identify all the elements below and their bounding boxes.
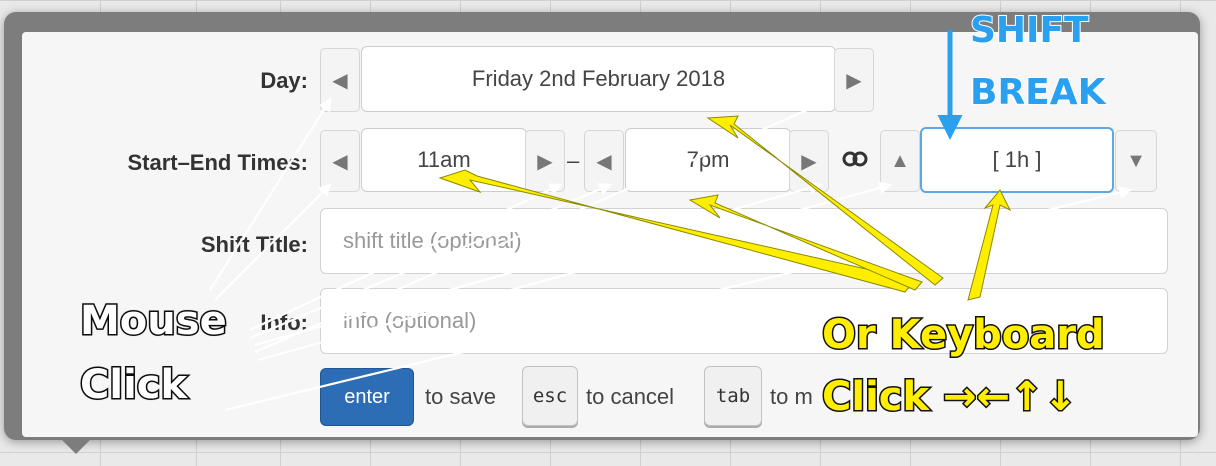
day-prev-button[interactable]: ◀ [320, 48, 360, 112]
grid-line [0, 0, 1216, 1]
popover-pointer [62, 440, 90, 454]
keyboard-annotation-line1: Or Keyboard [821, 311, 1107, 360]
esc-key[interactable]: esc [522, 366, 578, 426]
cancel-hint: to cancel [586, 384, 675, 409]
day-next-button[interactable]: ▶ [834, 48, 874, 112]
time-separator: – [567, 148, 580, 173]
break-decrease-button[interactable]: ▼ [1115, 130, 1157, 192]
break-duration-field[interactable]: [ 1h ] [920, 127, 1114, 193]
start-time-prev-button[interactable]: ◀ [320, 130, 360, 192]
chevron-left-icon: ◀ [332, 150, 348, 173]
times-label: Start–End Times: [127, 150, 308, 175]
save-hint: to save [425, 384, 496, 409]
break-increase-button[interactable]: ▲ [880, 130, 920, 192]
shift-title-input[interactable]: shift title (optional) [320, 208, 1168, 274]
triangle-up-icon: ▲ [890, 149, 910, 172]
end-time-next-button[interactable]: ▶ [789, 130, 829, 192]
chevron-left-icon: ◀ [332, 69, 348, 92]
chevron-right-icon: ▶ [537, 150, 553, 173]
start-time-value[interactable]: 11am [361, 128, 527, 192]
chevron-right-icon: ▶ [801, 150, 817, 173]
shift-title-label: Shift Title: [200, 232, 308, 257]
day-value[interactable]: Friday 2nd February 2018 [361, 46, 836, 112]
start-time-next-button[interactable]: ▶ [525, 130, 565, 192]
keyboard-annotation-line2: Click →←↑↓ [820, 373, 1078, 422]
end-time-value[interactable]: 7pm [625, 128, 791, 192]
grid-line [0, 452, 1216, 453]
chevron-right-icon: ▶ [846, 69, 862, 92]
shift-break-annotation-line2: BREAK [969, 71, 1107, 114]
triangle-down-icon: ▼ [1126, 149, 1146, 172]
shift-break-annotation-line1: SHIFT [969, 9, 1090, 52]
link-icon[interactable] [842, 150, 868, 168]
end-time-prev-button[interactable]: ◀ [584, 130, 624, 192]
mouse-click-annotation-line2: Click [78, 361, 188, 410]
day-label: Day: [260, 68, 308, 93]
chevron-left-icon: ◀ [596, 150, 612, 173]
tab-key[interactable]: tab [704, 366, 762, 426]
mouse-click-annotation-line1: Mouse [79, 297, 229, 346]
enter-button[interactable]: enter [320, 368, 414, 426]
move-hint: to m [770, 384, 813, 409]
